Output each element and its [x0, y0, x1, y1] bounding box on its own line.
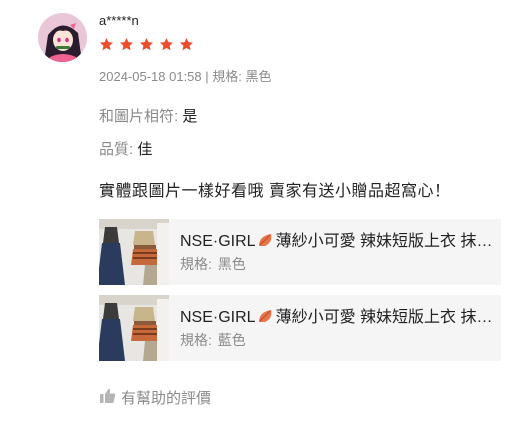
- attribute-key: 和圖片相符:: [99, 108, 179, 125]
- product-thumbnail[interactable]: [99, 219, 169, 285]
- product-name[interactable]: NSE·GIRL 薄紗小可愛 辣妹短版上衣 抹胸 平口: [180, 232, 501, 252]
- review-comment: 實體跟圖片一樣好看哦 賣家有送小贈品超窩心！: [99, 183, 451, 200]
- product-card[interactable]: NSE·GIRL 薄紗小可愛 辣妹短版上衣 抹胸 平口 規格: 黑色: [99, 219, 501, 285]
- star-icon: [180, 37, 193, 51]
- variation-label: 規格:: [212, 69, 242, 84]
- attribute-value: 佳: [137, 141, 153, 158]
- leaf-icon: [257, 232, 275, 248]
- product-card[interactable]: NSE·GIRL 薄紗小可愛 辣妹短版上衣 抹胸 平口 規格: 藍色: [99, 295, 501, 361]
- product-spec-value: 黑色: [217, 255, 246, 272]
- star-icon: [160, 37, 173, 51]
- product-spec-label: 規格:: [180, 255, 212, 272]
- product-title: 薄紗小可愛 辣妹短版上衣 抹胸 平口: [275, 232, 501, 250]
- attribute-value: 是: [182, 108, 198, 125]
- attribute-match-picture: 和圖片相符: 是: [99, 105, 197, 126]
- attribute-quality: 品質: 佳: [99, 138, 152, 159]
- reviewer-username: a*****n: [99, 13, 139, 28]
- variation-value: 黑色: [245, 69, 272, 84]
- leaf-icon: [257, 308, 275, 324]
- meta-separator: |: [205, 69, 209, 84]
- review-datetime: 2024-05-18 01:58: [99, 69, 202, 84]
- brand-name: NSE·GIRL: [180, 232, 256, 250]
- helpful-label: 有幫助的評價: [121, 390, 212, 407]
- star-icon: [120, 37, 133, 51]
- thumbs-up-icon: [99, 388, 116, 408]
- product-title: 薄紗小可愛 辣妹短版上衣 抹胸 平口: [275, 308, 501, 326]
- product-variation: 規格: 黑色: [180, 255, 501, 273]
- star-icon: [100, 37, 113, 51]
- helpful-button[interactable]: 有幫助的評價: [99, 387, 211, 408]
- product-spec-label: 規格:: [180, 331, 212, 348]
- product-variation: 規格: 藍色: [180, 331, 501, 349]
- rating-stars: [99, 37, 194, 52]
- brand-name: NSE·GIRL: [180, 308, 256, 326]
- review-meta: 2024-05-18 01:58 | 規格: 黑色: [99, 66, 272, 85]
- product-spec-value: 藍色: [217, 331, 246, 348]
- avatar[interactable]: [38, 13, 87, 62]
- product-thumbnail[interactable]: [99, 295, 169, 361]
- attribute-key: 品質:: [99, 141, 134, 158]
- product-name[interactable]: NSE·GIRL 薄紗小可愛 辣妹短版上衣 抹胸 平口: [180, 308, 501, 328]
- star-icon: [140, 37, 153, 51]
